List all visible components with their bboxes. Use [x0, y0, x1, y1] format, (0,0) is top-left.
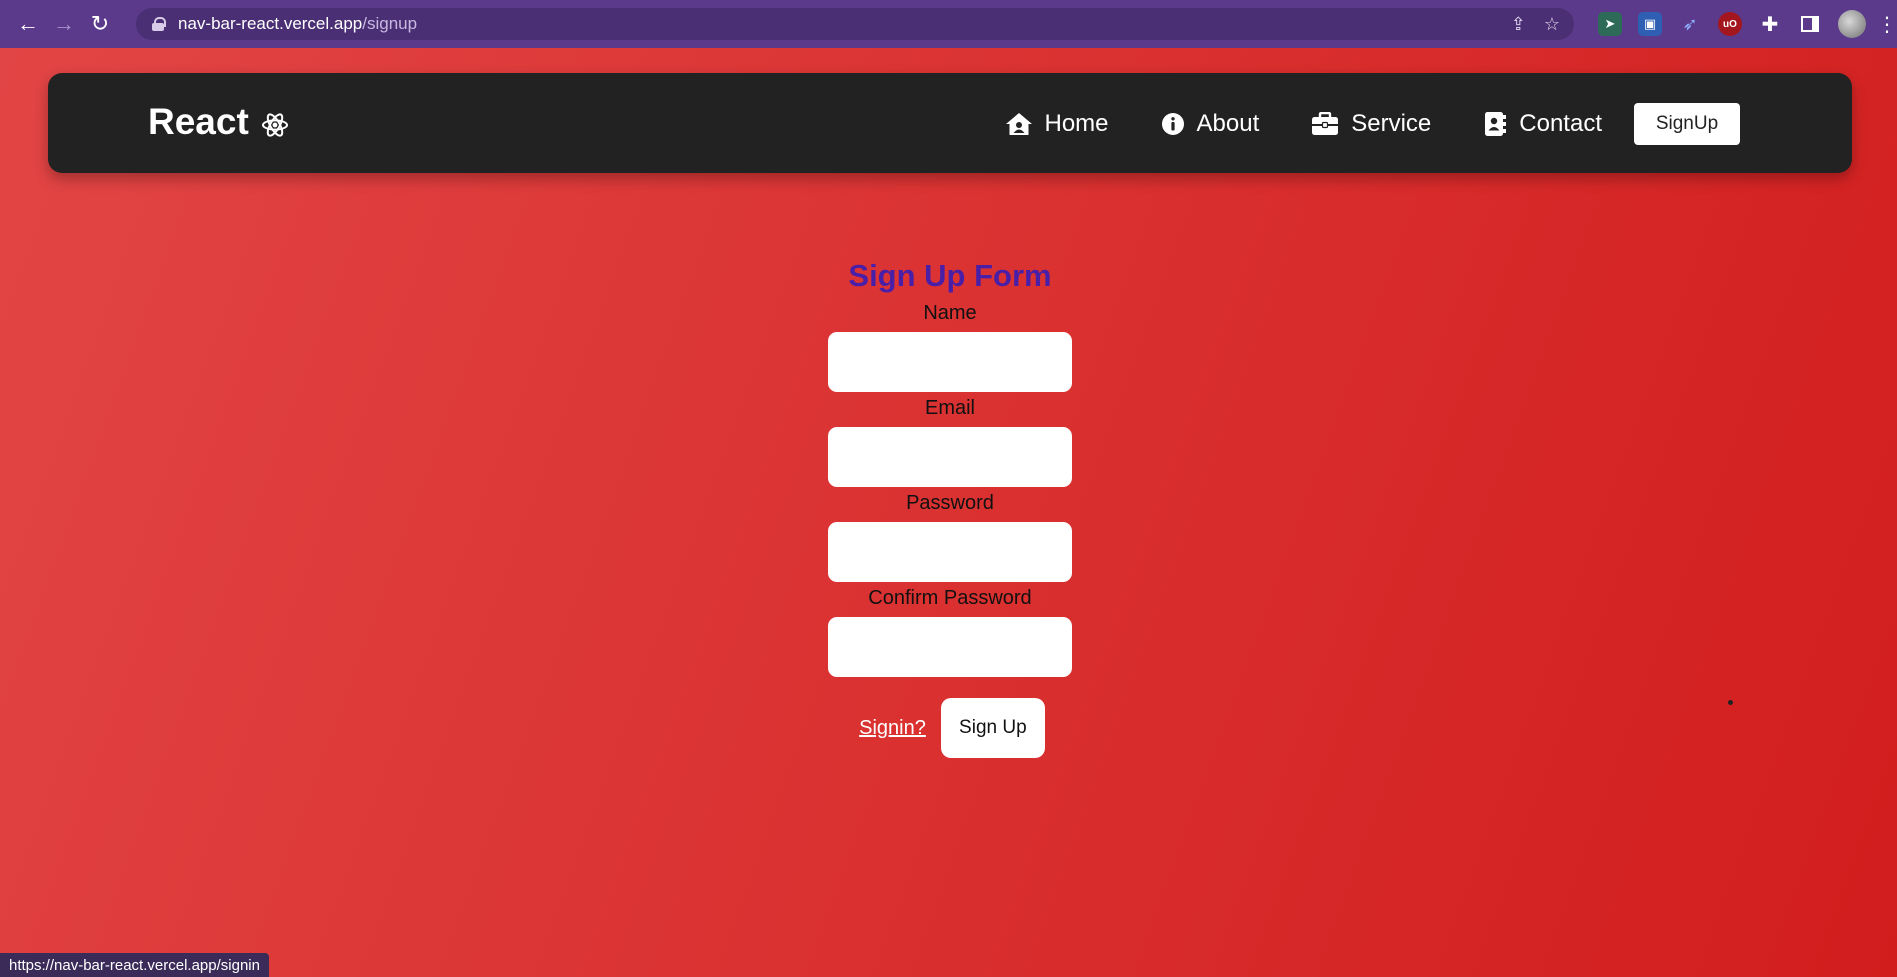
- side-panel-icon[interactable]: [1798, 12, 1822, 36]
- confirm-password-input[interactable]: [828, 617, 1072, 677]
- address-bar[interactable]: nav-bar-react.vercel.app/signup ⇪ ☆: [136, 8, 1574, 40]
- brand-text: React: [148, 101, 249, 142]
- bookmark-star-icon[interactable]: ☆: [1544, 14, 1560, 35]
- info-icon: [1161, 113, 1184, 135]
- nav-item-service[interactable]: Service: [1311, 110, 1431, 138]
- share-icon[interactable]: ⇪: [1511, 14, 1526, 35]
- password-label: Password: [906, 492, 994, 514]
- profile-avatar[interactable]: [1838, 10, 1866, 38]
- confirm-password-label: Confirm Password: [868, 587, 1032, 609]
- status-bar-url: https://nav-bar-react.vercel.app/signin: [0, 953, 269, 977]
- navbar: React Home About Service Contact SignUp: [48, 73, 1852, 173]
- signup-submit-button[interactable]: Sign Up: [940, 698, 1045, 758]
- nav-item-about[interactable]: About: [1161, 110, 1260, 138]
- nav-label-contact: Contact: [1519, 110, 1602, 137]
- reload-icon[interactable]: ↻: [82, 6, 118, 42]
- password-input[interactable]: [828, 522, 1072, 582]
- form-actions: Signin? Sign Up: [859, 698, 1045, 758]
- signin-link[interactable]: Signin?: [859, 717, 926, 740]
- nav-item-contact[interactable]: Contact: [1483, 110, 1602, 138]
- cursor-extension-icon[interactable]: ➤: [1598, 12, 1622, 36]
- briefcase-icon: [1312, 112, 1339, 135]
- home-icon: [1005, 113, 1032, 135]
- pointer-extension-icon[interactable]: ➶: [1678, 12, 1702, 36]
- ublock-icon[interactable]: uO: [1718, 12, 1742, 36]
- url-path: /signup: [362, 14, 418, 33]
- lock-icon: [152, 17, 166, 31]
- nav-item-home[interactable]: Home: [1005, 110, 1109, 138]
- nav-label-home: Home: [1044, 110, 1109, 137]
- navbar-signup-button[interactable]: SignUp: [1634, 103, 1740, 145]
- signup-form: Sign Up Form Name Email Password Confirm…: [828, 258, 1072, 758]
- email-input[interactable]: [828, 427, 1072, 487]
- email-label: Email: [924, 397, 975, 419]
- url-host: nav-bar-react.vercel.app: [178, 14, 363, 33]
- nav-label-service: Service: [1351, 110, 1432, 137]
- form-title: Sign Up Form: [848, 258, 1052, 293]
- brand[interactable]: React: [148, 101, 289, 143]
- react-atom-icon: [261, 113, 288, 137]
- forward-icon[interactable]: →: [46, 6, 82, 42]
- name-input[interactable]: [828, 332, 1072, 392]
- stray-dot: [1728, 700, 1733, 705]
- extensions-puzzle-icon[interactable]: ✚: [1758, 12, 1782, 36]
- address-book-icon: [1485, 112, 1507, 136]
- nav-label-about: About: [1196, 110, 1260, 137]
- kebab-menu-icon[interactable]: ⋮: [1877, 12, 1897, 36]
- back-icon[interactable]: ←: [10, 6, 46, 42]
- name-label: Name: [923, 302, 977, 324]
- browser-toolbar: ← → ↻ nav-bar-react.vercel.app/signup ⇪ …: [0, 0, 1897, 48]
- nav-links: Home About Service Contact SignUp: [1005, 103, 1740, 145]
- window-extension-icon[interactable]: ▣: [1638, 12, 1662, 36]
- page-background: React Home About Service Contact SignUp …: [0, 48, 1897, 977]
